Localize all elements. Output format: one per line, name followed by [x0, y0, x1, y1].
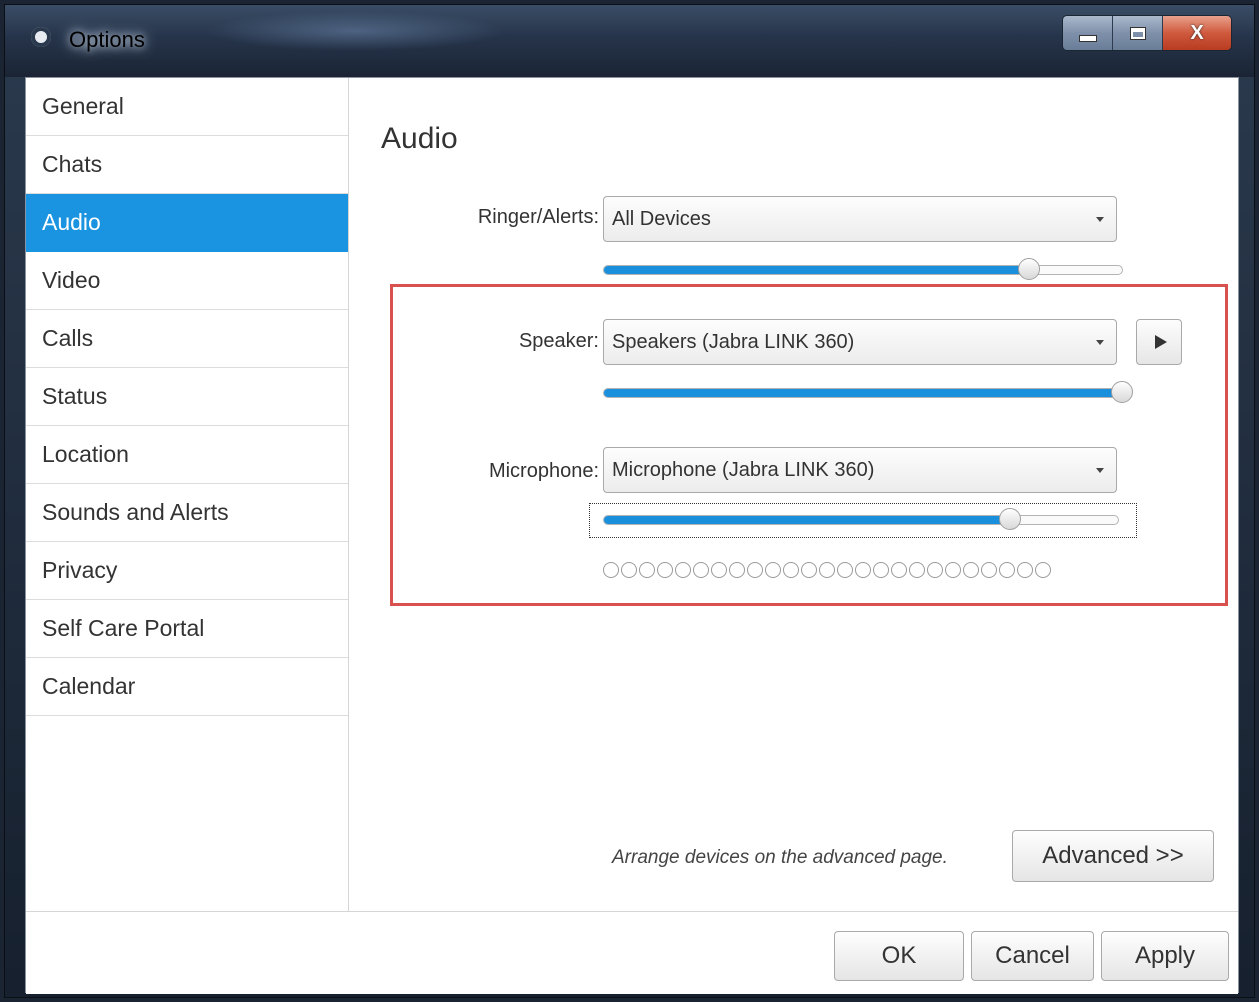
advanced-button[interactable]: Advanced >> [1012, 830, 1214, 882]
level-dot [639, 562, 655, 578]
level-dot [603, 562, 619, 578]
sidebar: General Chats Audio Video Calls Status L… [26, 78, 349, 911]
level-dot [837, 562, 853, 578]
level-dot [981, 562, 997, 578]
close-button[interactable]: X [1163, 16, 1231, 50]
level-dot [873, 562, 889, 578]
close-icon: X [1190, 21, 1204, 44]
apply-button[interactable]: Apply [1101, 931, 1229, 981]
level-dot [1035, 562, 1051, 578]
window-controls: X [1062, 15, 1232, 51]
microphone-dropdown[interactable]: Microphone (Jabra LINK 360) [603, 447, 1117, 493]
maximize-icon [1130, 27, 1145, 39]
level-dot [747, 562, 763, 578]
level-dot [963, 562, 979, 578]
microphone-volume-fill [604, 516, 1011, 524]
dialog-client: General Chats Audio Video Calls Status L… [25, 77, 1239, 994]
chevron-down-icon [1096, 468, 1104, 473]
dialog-footer: OK Cancel Apply [26, 911, 1238, 994]
ringer-volume-thumb[interactable] [1017, 258, 1040, 280]
ringer-volume-slider[interactable] [603, 258, 1123, 280]
play-icon [1154, 335, 1167, 349]
sidebar-item-location[interactable]: Location [26, 426, 348, 484]
speaker-volume-thumb[interactable] [1111, 381, 1133, 403]
speaker-volume-fill [604, 389, 1122, 397]
sidebar-item-audio[interactable]: Audio [26, 194, 348, 252]
level-dot [621, 562, 637, 578]
level-dot [855, 562, 871, 578]
sidebar-item-chats[interactable]: Chats [26, 136, 348, 194]
options-window: Options X General Chats Audio Video Call… [4, 4, 1255, 998]
sidebar-item-calendar[interactable]: Calendar [26, 658, 348, 716]
sidebar-item-sounds-and-alerts[interactable]: Sounds and Alerts [26, 484, 348, 542]
microphone-volume-thumb[interactable] [999, 508, 1022, 530]
microphone-label: Microphone: [488, 460, 599, 482]
level-dot [693, 562, 709, 578]
level-dot [927, 562, 943, 578]
level-dot [1017, 562, 1033, 578]
chevron-down-icon [1096, 340, 1104, 345]
sidebar-item-privacy[interactable]: Privacy [26, 542, 348, 600]
level-dot [999, 562, 1015, 578]
title-bar[interactable]: Options X [5, 5, 1254, 77]
page-title: Audio [381, 122, 458, 155]
level-dot [945, 562, 961, 578]
level-dot [783, 562, 799, 578]
level-dot [891, 562, 907, 578]
speaker-test-button[interactable] [1136, 319, 1182, 365]
microphone-dropdown-value: Microphone (Jabra LINK 360) [612, 458, 875, 481]
window-title: Options [69, 27, 145, 52]
level-dot [765, 562, 781, 578]
ringer-dropdown-value: All Devices [612, 207, 711, 230]
maximize-button[interactable] [1113, 16, 1163, 50]
sidebar-item-general[interactable]: General [26, 78, 348, 136]
level-dot [657, 562, 673, 578]
microphone-volume-slider[interactable] [603, 508, 1119, 530]
audio-panel: Audio Ringer/Alerts: All Devices Speaker… [349, 78, 1238, 911]
level-dot [909, 562, 925, 578]
ok-button[interactable]: OK [834, 931, 964, 981]
speaker-dropdown-value: Speakers (Jabra LINK 360) [612, 330, 855, 353]
speaker-dropdown[interactable]: Speakers (Jabra LINK 360) [603, 319, 1117, 365]
level-dot [711, 562, 727, 578]
chevron-down-icon [1096, 217, 1104, 222]
level-dot [801, 562, 817, 578]
ringer-volume-fill [604, 266, 1029, 274]
minimize-icon [1079, 35, 1096, 41]
sidebar-item-status[interactable]: Status [26, 368, 348, 426]
advanced-note: Arrange devices on the advanced page. [612, 847, 948, 868]
minimize-button[interactable] [1063, 16, 1113, 50]
speaker-label: Speaker: [518, 330, 599, 352]
speaker-volume-slider[interactable] [603, 381, 1133, 403]
sidebar-item-video[interactable]: Video [26, 252, 348, 310]
level-dot [819, 562, 835, 578]
level-dot [729, 562, 745, 578]
ringer-label: Ringer/Alerts: [477, 206, 599, 228]
level-dot [675, 562, 691, 578]
ringer-dropdown[interactable]: All Devices [603, 196, 1117, 242]
microphone-level-meter [603, 562, 1051, 578]
app-icon [31, 27, 51, 47]
sidebar-item-self-care-portal[interactable]: Self Care Portal [26, 600, 348, 658]
cancel-button[interactable]: Cancel [971, 931, 1094, 981]
sidebar-item-calls[interactable]: Calls [26, 310, 348, 368]
